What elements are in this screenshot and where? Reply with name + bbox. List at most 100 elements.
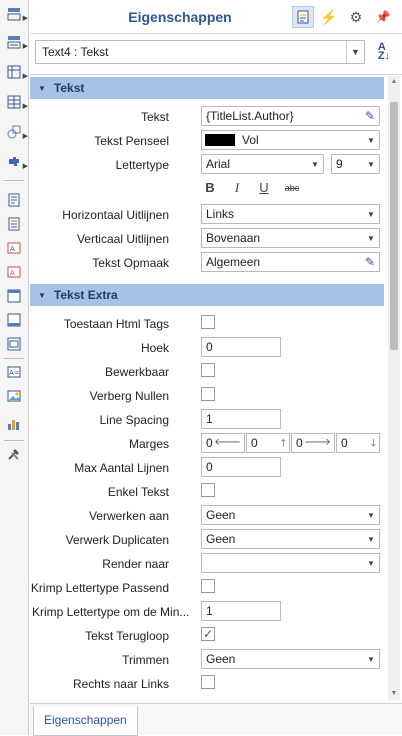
margin-top-input[interactable]: 0 🡑 [246,433,290,453]
collapse-triangle-icon[interactable]: ▼ [38,84,46,93]
shrink-min-size-input[interactable]: 1 [201,601,281,621]
prop-row-html-tags: Toestaan Html Tags [30,312,384,336]
tools-icon[interactable] [4,444,24,464]
pin-icon[interactable]: 📌 [372,6,394,28]
chevron-down-icon[interactable]: ▼ [307,155,323,173]
underline-button[interactable]: U [255,180,273,198]
text-expression-field[interactable]: {TitleList.Author} ✎ [201,106,380,126]
chevron-down-icon[interactable]: ▼ [346,41,364,63]
angle-input[interactable]: 0 [201,337,281,357]
word-wrap-checkbox[interactable]: ✓ [201,627,215,641]
pencil-edit-icon[interactable]: ✎ [361,107,379,125]
panel-icon[interactable] [4,286,24,306]
prop-row-rtl: Rechts naar Links [30,672,384,696]
component-selector[interactable]: Text4 : Tekst ▼ [35,40,365,64]
system-text-icon[interactable]: A [4,262,24,282]
font-family-select[interactable]: Arial ▼ [201,154,324,174]
svg-text:A: A [10,245,15,253]
prop-row-krimp-min: Krimp Lettertype om de Min... 1 [30,600,384,624]
checkmark-icon: ✓ [202,627,214,641]
components-icon[interactable]: ▶ [4,152,28,172]
only-text-checkbox[interactable] [201,483,215,497]
font-size-select[interactable]: 9 ▼ [331,154,380,174]
events-lightning-icon[interactable]: ⚡ [318,6,340,28]
section-header-tekst[interactable]: ▼ Tekst [30,77,384,99]
barcode-text-icon[interactable]: A= [4,362,24,382]
chevron-down-icon[interactable]: ▼ [363,229,379,247]
section-title: Tekst Extra [53,288,118,302]
panel-title: Eigenschappen [128,9,232,25]
prop-label: Toestaan Html Tags [63,317,169,331]
text-in-cells-icon[interactable]: A [4,238,24,258]
scroll-up-arrow-icon[interactable]: ▲ [388,76,400,88]
process-duplicates-select[interactable]: Geen ▼ [201,529,380,549]
trimming-select[interactable]: Geen ▼ [201,649,380,669]
collapse-triangle-icon[interactable]: ▼ [38,291,46,300]
bold-button[interactable]: B [201,180,219,198]
line-spacing-input[interactable]: 1 [201,409,281,429]
section-header-tekst-extra[interactable]: ▼ Tekst Extra [30,284,384,306]
prop-row-max-lijnen: Max Aantal Lijnen 0 [30,456,384,480]
cross-band-icon[interactable]: ▶ [4,62,28,82]
databand-icon[interactable]: ▶ [4,32,28,52]
prop-label: Tekst [140,110,169,124]
prop-row-bewerkbaar: Bewerkbaar [30,360,384,384]
band-icon[interactable]: ▶ [4,4,28,24]
chevron-down-icon[interactable]: ▼ [363,530,379,548]
hide-zeros-checkbox[interactable] [201,387,215,401]
margin-right-input[interactable]: 0 🡒 [291,433,335,453]
sort-alphabetical-icon[interactable]: A Z↓ [373,40,395,64]
strikethrough-button[interactable]: abc [281,183,303,201]
pencil-edit-icon[interactable]: ✎ [361,253,379,271]
text-brush-select[interactable]: Vol ▼ [201,130,380,150]
horizontal-align-select[interactable]: Links ▼ [201,204,380,224]
tab-eigenschappen[interactable]: Eigenschappen [33,706,138,736]
properties-panel: Eigenschappen ⚡ ⚙ 📌 Text4 : Tekst ▼ A Z↓ … [30,0,402,736]
prop-label: Tekst Penseel [94,134,169,148]
chevron-down-icon[interactable]: ▼ [363,155,379,173]
chevron-down-icon[interactable]: ▼ [363,131,379,149]
field-value: 1 [206,412,213,426]
arrow-up-icon: 🡑 [280,438,286,449]
max-lines-input[interactable]: 0 [201,457,281,477]
table-band-icon[interactable]: ▶ [4,92,28,112]
toolbox-strip: ▶ ▶ ▶ ▶ ▶ ▶ A A A= [0,0,29,735]
chevron-down-icon[interactable]: ▼ [363,650,379,668]
editable-checkbox[interactable] [201,363,215,377]
rich-text-icon[interactable] [4,214,24,234]
chevron-down-icon[interactable]: ▼ [363,205,379,223]
chevron-down-icon[interactable]: ▼ [363,554,379,572]
render-to-select[interactable]: ▼ [201,553,380,573]
margin-bottom-input[interactable]: 0 🡓 [336,433,380,453]
container-icon[interactable] [4,310,24,330]
subreport-icon[interactable] [4,334,24,354]
field-value: 1 [206,604,213,618]
properties-icon[interactable] [292,6,314,28]
prop-label: Krimp Lettertype Passend [30,581,169,595]
image-icon[interactable] [4,386,24,406]
margin-left-input[interactable]: 0 🡐 [201,433,245,453]
prop-row-font-style: B I U abc [30,179,384,203]
shapes-icon[interactable]: ▶ [4,122,28,142]
gear-icon[interactable]: ⚙ [345,6,367,28]
field-value: Links [206,207,235,221]
italic-button[interactable]: I [228,180,246,198]
scrollbar-thumb[interactable] [390,102,398,350]
prop-row-tekst: Tekst {TitleList.Author} ✎ [30,105,384,129]
shrink-font-checkbox[interactable] [201,579,215,593]
vertical-align-select[interactable]: Bovenaan ▼ [201,228,380,248]
allow-html-checkbox[interactable] [201,315,215,329]
field-value: Algemeen [206,255,261,269]
right-to-left-checkbox[interactable] [201,675,215,689]
chevron-down-icon[interactable]: ▼ [363,506,379,524]
process-at-select[interactable]: Geen ▼ [201,505,380,525]
prop-row-penseel: Tekst Penseel Vol ▼ [30,129,384,153]
chart-icon[interactable] [4,414,24,434]
prop-label: Rechts naar Links [72,677,169,691]
vertical-scrollbar[interactable]: ▲ ▼ [388,76,400,700]
prop-label: Verberg Nullen [89,389,169,403]
text-format-field[interactable]: Algemeen ✎ [201,252,380,272]
color-swatch [205,134,235,146]
scroll-down-arrow-icon[interactable]: ▼ [388,688,400,700]
text-icon[interactable] [4,190,24,210]
